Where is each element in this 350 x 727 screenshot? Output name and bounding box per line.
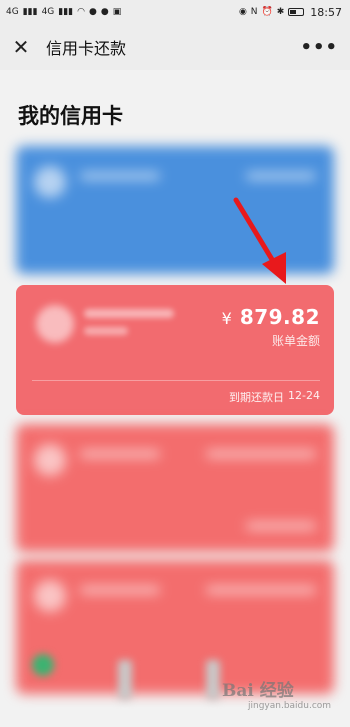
- due-date-row: 到期还款日 12-24: [229, 389, 320, 405]
- card-bank-placeholder: [84, 309, 174, 318]
- credit-card-featured[interactable]: ¥ 879.82 账单金额 到期还款日 12-24: [16, 285, 334, 415]
- due-date: 12-24: [288, 389, 320, 402]
- amount-label: 账单金额: [271, 334, 320, 348]
- card-bank-placeholder: [80, 450, 160, 458]
- watermark-sub: jingyan.baidu.com: [248, 701, 332, 711]
- card-logo: [34, 166, 66, 198]
- more-icon[interactable]: •••: [300, 37, 338, 58]
- watermark: Bai 经验 jingyan.baidu.com: [222, 676, 331, 711]
- battery-icon: [288, 8, 305, 16]
- status-time: 18:57: [310, 5, 342, 19]
- bottom-placeholder-2: [206, 660, 220, 700]
- bottom-placeholder-1: [118, 660, 132, 700]
- status-right: ◉ N ⏰ ✱ 18:57: [239, 6, 342, 19]
- card-sub-placeholder: [84, 327, 128, 335]
- due-label: 到期还款日: [229, 391, 285, 404]
- signal-icon-2: ▮▮▮: [58, 6, 74, 17]
- image-icon: ▣: [112, 6, 122, 17]
- signal-icon: ▮▮▮: [22, 6, 38, 17]
- card-info-placeholder: [206, 586, 316, 594]
- alarm-icon: ⏰: [261, 6, 273, 17]
- card-bank-placeholder: [80, 172, 160, 180]
- nav-title: 信用卡还款: [46, 39, 127, 58]
- card-bank-placeholder: [80, 586, 160, 594]
- currency-symbol: ¥: [221, 309, 232, 328]
- notification-icon: ●: [88, 6, 97, 17]
- credit-card-blue[interactable]: [16, 146, 334, 274]
- nav-bar: ✕ 信用卡还款 •••: [0, 24, 350, 70]
- page-title: 我的信用卡: [18, 104, 123, 128]
- network-indicator-2: 4G: [41, 6, 55, 17]
- amount-value: 879.82: [239, 305, 320, 329]
- network-indicator-1: 4G: [6, 6, 19, 17]
- card-logo: [34, 444, 66, 476]
- chat-icon: ●: [100, 6, 109, 17]
- status-left: 4G ▮▮▮ 4G ▮▮▮ ◠ ● ● ▣: [6, 6, 122, 17]
- eye-icon: ◉: [238, 6, 247, 17]
- close-icon[interactable]: ✕: [12, 35, 30, 59]
- card-logo: [36, 305, 74, 343]
- card-due-placeholder: [246, 522, 316, 530]
- bluetooth-icon: ✱: [276, 6, 285, 17]
- nfc-icon: N: [250, 6, 258, 17]
- bottom-icon-green: [32, 654, 54, 676]
- card-info-placeholder: [246, 172, 316, 180]
- wifi-icon: ◠: [77, 6, 85, 17]
- watermark-main: Bai 经验: [222, 681, 294, 701]
- credit-card-red-1[interactable]: [16, 424, 334, 552]
- card-logo: [34, 580, 66, 612]
- card-divider: [32, 380, 320, 381]
- status-bar: 4G ▮▮▮ 4G ▮▮▮ ◠ ● ● ▣ ◉ N ⏰ ✱ 18:57: [0, 0, 350, 24]
- bill-amount: ¥ 879.82: [222, 305, 320, 329]
- card-info-placeholder: [206, 450, 316, 458]
